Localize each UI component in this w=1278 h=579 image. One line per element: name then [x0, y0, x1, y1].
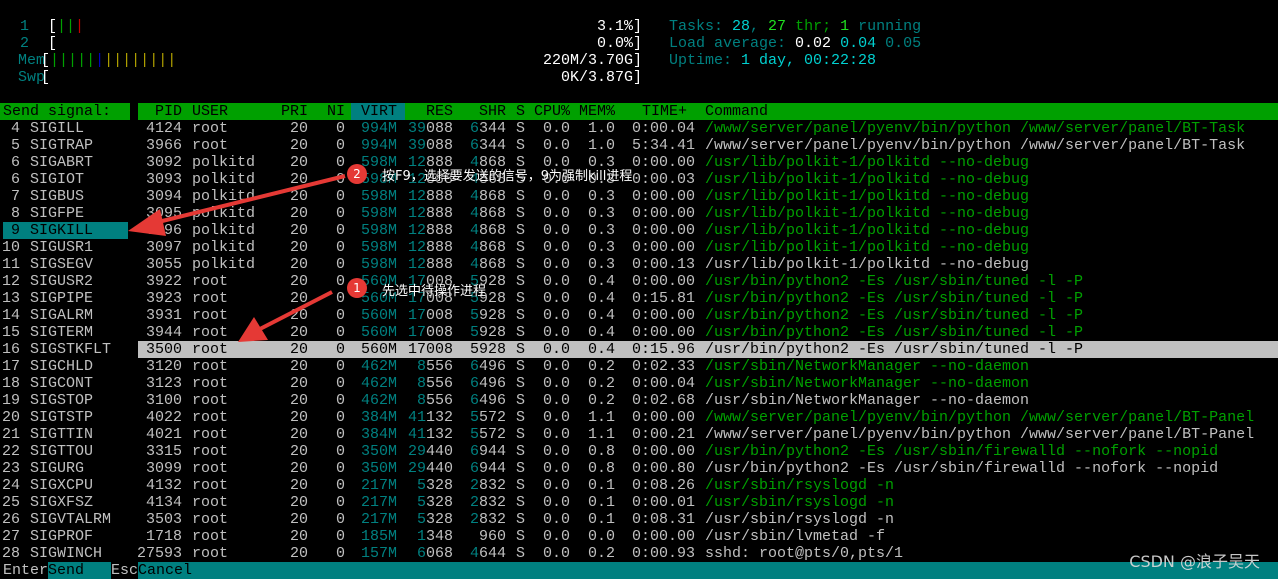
step1-badge: 1 — [347, 278, 367, 298]
annotation-arrows — [128, 174, 346, 342]
step2-annotation: 按F9，选择要发送的信号，9为强制kill进程 — [382, 169, 633, 184]
arrow-step1 — [238, 290, 333, 342]
step2-badge: 2 — [347, 164, 367, 184]
watermark: CSDN @浪子吴天 — [1129, 552, 1260, 571]
step1-annotation: 先选中待操作进程 — [382, 284, 487, 299]
arrow-step2 — [128, 174, 346, 236]
